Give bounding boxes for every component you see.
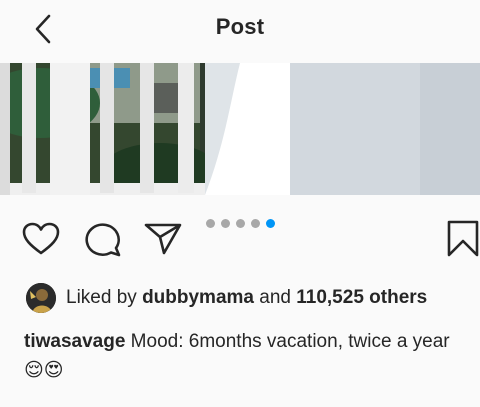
comment-icon: [85, 223, 121, 257]
like-button[interactable]: [22, 222, 60, 261]
likes-count[interactable]: 110,525 others: [296, 287, 427, 309]
share-icon: [144, 223, 182, 255]
share-button[interactable]: [144, 222, 182, 261]
heart-icon: [22, 222, 60, 255]
comment-button[interactable]: [84, 222, 122, 263]
action-bar: [0, 208, 480, 268]
caption-username[interactable]: tiwasavage: [24, 331, 125, 352]
caption-text: Mood: 6months vacation, twice a year: [125, 331, 450, 352]
top-bar: Post: [0, 0, 480, 60]
post-image[interactable]: [0, 63, 480, 195]
likes-summary[interactable]: Liked by dubbymama and 110,525 others: [26, 282, 427, 314]
carousel-dot: [251, 219, 260, 228]
carousel-dot-active: [266, 219, 275, 228]
likes-joiner: and: [259, 287, 291, 308]
carousel-dot: [221, 219, 230, 228]
carousel-indicator: [206, 219, 275, 229]
bookmark-icon: [447, 220, 479, 257]
post-caption: tiwasavage Mood: 6months vacation, twice…: [24, 328, 464, 385]
page-title: Post: [215, 14, 265, 39]
carousel-dot: [206, 219, 215, 228]
liker-username[interactable]: dubbymama: [142, 287, 254, 309]
save-button[interactable]: [447, 220, 479, 263]
caption-emojis: 😌😍: [24, 359, 64, 381]
carousel-dot: [236, 219, 245, 228]
avatar[interactable]: [26, 283, 56, 313]
likes-prefix: Liked by: [66, 287, 137, 308]
